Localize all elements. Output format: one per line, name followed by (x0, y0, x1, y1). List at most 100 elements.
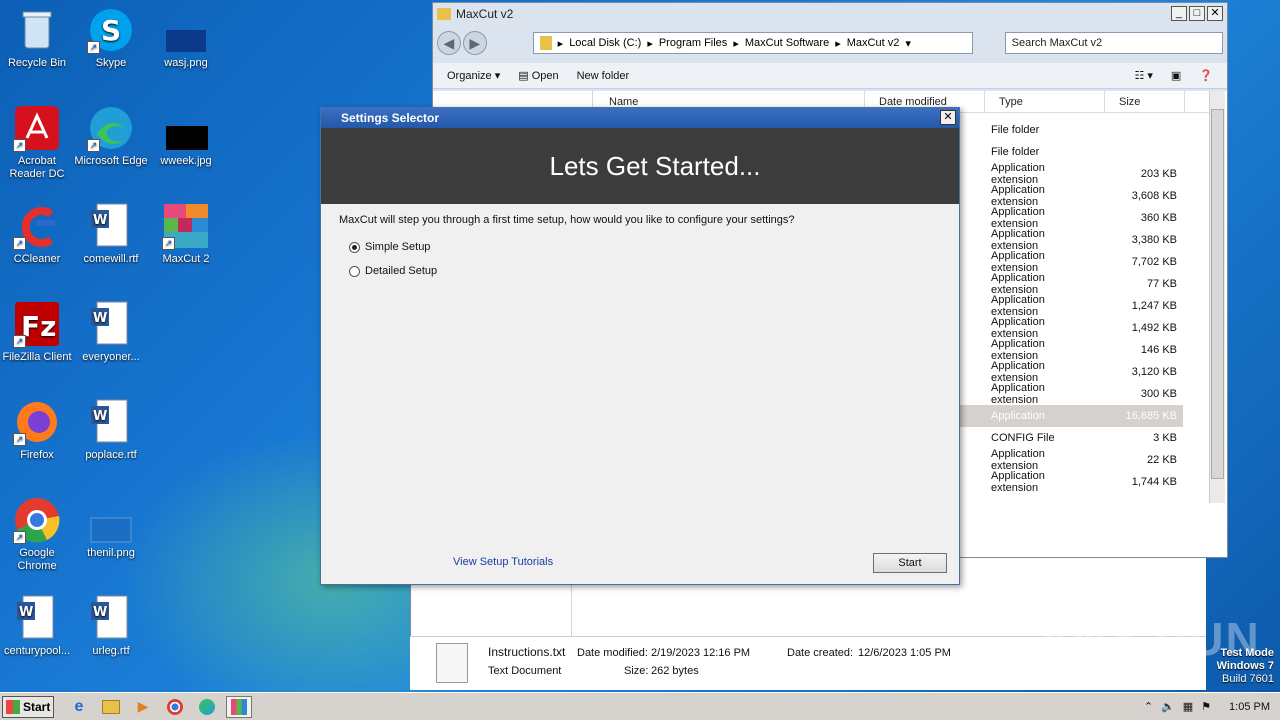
detailed-setup-radio[interactable]: Detailed Setup (349, 265, 437, 277)
file-row[interactable]: Application extension 22 KB (959, 448, 1183, 472)
file-row[interactable]: Application extension 3,608 KB (959, 184, 1183, 208)
file-row[interactable]: Application extension 1,492 KB (959, 316, 1183, 340)
address-bar[interactable]: ▸ Local Disk (C:) ▸ Program Files ▸ MaxC… (532, 32, 973, 54)
svg-text:S: S (101, 14, 121, 47)
forward-button[interactable]: ▶ (462, 31, 487, 55)
organize-button[interactable]: Organize ▾ (447, 69, 500, 82)
desktop-icon-filezilla[interactable]: Fz ↗ FileZilla Client (0, 300, 74, 364)
file-size-cell: 300 KB (1140, 388, 1177, 400)
setup-tutorials-link[interactable]: View Setup Tutorials (453, 556, 553, 568)
desktop-icon-firefox[interactable]: ↗ Firefox (0, 398, 74, 462)
shortcut-arrow-icon: ↗ (13, 139, 26, 152)
chrome-taskbar-icon[interactable] (162, 696, 188, 718)
file-size-cell: 7,702 KB (1131, 256, 1177, 268)
windows-logo-icon (6, 699, 20, 714)
open-icon: ▤ (518, 70, 529, 82)
shortcut-arrow-icon: ↗ (13, 335, 26, 348)
open-button[interactable]: ▤ Open (518, 69, 558, 82)
simple-setup-radio[interactable]: Simple Setup (349, 241, 430, 253)
help-icon[interactable]: ❓ (1199, 69, 1213, 82)
file-row[interactable]: CONFIG File 3 KB (959, 427, 1183, 449)
file-row[interactable]: Application extension 3,120 KB (959, 360, 1183, 384)
shortcut-arrow-icon: ↗ (87, 139, 100, 152)
desktop-icon-ccleaner[interactable]: ↗ CCleaner (0, 202, 74, 266)
maxcut-taskbar-icon[interactable] (226, 695, 252, 718)
breadcrumb-separator-icon: ▸ (647, 37, 653, 50)
edge-taskbar-icon[interactable] (194, 696, 220, 718)
media-player-taskbar-icon[interactable]: ▶ (130, 696, 156, 718)
start-button[interactable]: Start (873, 553, 947, 573)
speaker-icon[interactable]: 🔈 (1161, 700, 1175, 713)
breadcrumb-item[interactable]: MaxCut Software (745, 37, 829, 49)
minimize-button[interactable]: _ (1171, 6, 1187, 21)
file-row[interactable]: Application extension 203 KB (959, 162, 1183, 186)
desktop-icon-wweek[interactable]: wweek.jpg (149, 104, 223, 168)
breadcrumb-item[interactable]: Local Disk (C:) (569, 37, 641, 49)
desktop-icon-urleg[interactable]: W urleg.rtf (74, 594, 148, 658)
desktop-icon-comewill[interactable]: W comewill.rtf (74, 202, 148, 266)
desktop-icon-recycle-bin[interactable]: Recycle Bin (0, 6, 74, 70)
file-size-cell: 3,608 KB (1131, 190, 1177, 202)
desktop-icon-maxcut[interactable]: ↗ MaxCut 2 (149, 202, 223, 266)
file-row[interactable]: File folder (959, 141, 1183, 163)
search-input[interactable]: Search MaxCut v2 (1004, 32, 1224, 54)
dialog-title: Settings Selector (341, 111, 440, 125)
file-row[interactable]: File folder (959, 119, 1183, 141)
desktop-icon-acrobat[interactable]: ↗ Acrobat Reader DC (0, 104, 74, 181)
show-hidden-icons-icon[interactable]: ⌃ (1144, 700, 1153, 713)
taskbar: Start e ▶ ⌃ 🔈 ▦ ⚑ 1:05 PM (0, 692, 1280, 720)
network-icon[interactable]: ▦ (1183, 700, 1193, 713)
detail-filetype: Text Document (488, 665, 562, 677)
desktop-icon-chrome[interactable]: ↗ Google Chrome (0, 496, 74, 573)
column-size[interactable]: Size (1105, 91, 1185, 112)
clock[interactable]: 1:05 PM (1229, 701, 1270, 713)
desktop-icon-poplace[interactable]: W poplace.rtf (74, 398, 148, 462)
file-row[interactable]: Application extension 1,744 KB (959, 470, 1183, 494)
maximize-button[interactable]: □ (1189, 6, 1205, 21)
file-row[interactable]: Application extension 300 KB (959, 382, 1183, 406)
dialog-titlebar[interactable]: Settings Selector ✕ (321, 108, 959, 128)
desktop-icon-edge[interactable]: ↗ Microsoft Edge (74, 104, 148, 168)
image-file-icon (162, 6, 210, 54)
detail-size-value: 262 bytes (651, 665, 699, 677)
breadcrumb-item[interactable]: Program Files (659, 37, 727, 49)
vertical-scrollbar[interactable] (1209, 91, 1225, 503)
file-row[interactable]: Application extension 360 KB (959, 206, 1183, 230)
desktop-icon-label: Google Chrome (17, 547, 57, 572)
desktop-icon-thenil[interactable]: thenil.png (74, 496, 148, 560)
close-button[interactable]: ✕ (1207, 6, 1223, 21)
back-button[interactable]: ◀ (437, 31, 461, 55)
new-folder-button[interactable]: New folder (577, 70, 630, 82)
file-row[interactable]: Application extension 3,380 KB (959, 228, 1183, 252)
file-type-cell: Application extension (991, 184, 1045, 208)
shortcut-arrow-icon: ↗ (13, 433, 26, 446)
breadcrumb-item[interactable]: MaxCut v2 (847, 37, 900, 49)
desktop-icon-everyoner[interactable]: W everyoner... (74, 300, 148, 364)
view-options-icon[interactable]: ☷ ▾ (1134, 69, 1152, 82)
preview-pane-icon[interactable]: ▣ (1171, 69, 1181, 82)
scrollbar-thumb[interactable] (1211, 109, 1224, 479)
action-center-flag-icon[interactable]: ⚑ (1201, 700, 1211, 713)
desktop-icon-skype[interactable]: S ↗ Skype (74, 6, 148, 70)
desktop-icon-label: Firefox (20, 449, 54, 461)
explorer-taskbar-icon[interactable] (98, 696, 124, 718)
desktop-icon-label: wweek.jpg (160, 155, 212, 167)
file-row[interactable]: Application extension 7,702 KB (959, 250, 1183, 274)
file-type-cell: Application extension (991, 360, 1045, 384)
file-row[interactable]: Application extension 77 KB (959, 272, 1183, 296)
start-button-taskbar[interactable]: Start (2, 695, 54, 718)
file-type-cell: File folder (991, 146, 1040, 158)
file-row[interactable]: Application extension 146 KB (959, 338, 1183, 362)
banner-heading: Lets Get Started... (549, 150, 761, 181)
desktop-icon-centurypool[interactable]: W centurypool... (0, 594, 74, 658)
file-size-cell: 360 KB (1140, 212, 1177, 224)
column-type[interactable]: Type (985, 91, 1105, 112)
explorer-titlebar[interactable]: MaxCut v2 (433, 3, 1227, 25)
dialog-close-button[interactable]: ✕ (940, 110, 956, 125)
file-type-cell: Application extension (991, 228, 1045, 252)
desktop-icon-wasj[interactable]: wasj.png (149, 6, 223, 70)
ie-taskbar-icon[interactable]: e (66, 696, 92, 718)
file-row[interactable]: Application 16,685 KB (959, 405, 1183, 427)
desktop-icon-label: everyoner... (82, 351, 140, 363)
file-row[interactable]: Application extension 1,247 KB (959, 294, 1183, 318)
